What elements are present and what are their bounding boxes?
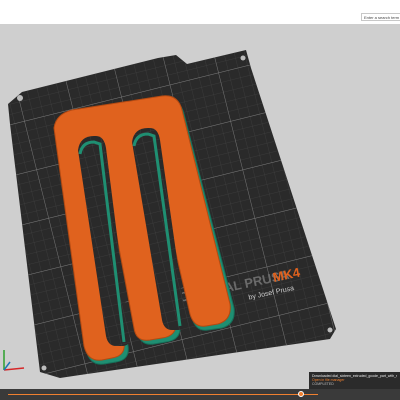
timeline-slider-knob[interactable]	[298, 391, 304, 397]
layer-timeline[interactable]	[0, 389, 400, 400]
download-notification: Downloaded dial_sixteen_extruded_gcode_p…	[309, 372, 400, 390]
top-toolbar	[0, 0, 400, 24]
3d-viewport[interactable]: ORIGINAL PRUSA MK4 by Josef Prusa	[0, 24, 400, 396]
timeline-track[interactable]	[8, 394, 318, 395]
notification-status: COMPLETED	[312, 382, 334, 386]
scene-svg: ORIGINAL PRUSA MK4 by Josef Prusa	[3, 50, 336, 378]
search-input[interactable]: Enter a search term	[361, 13, 400, 21]
axis-gizmo	[3, 350, 25, 371]
